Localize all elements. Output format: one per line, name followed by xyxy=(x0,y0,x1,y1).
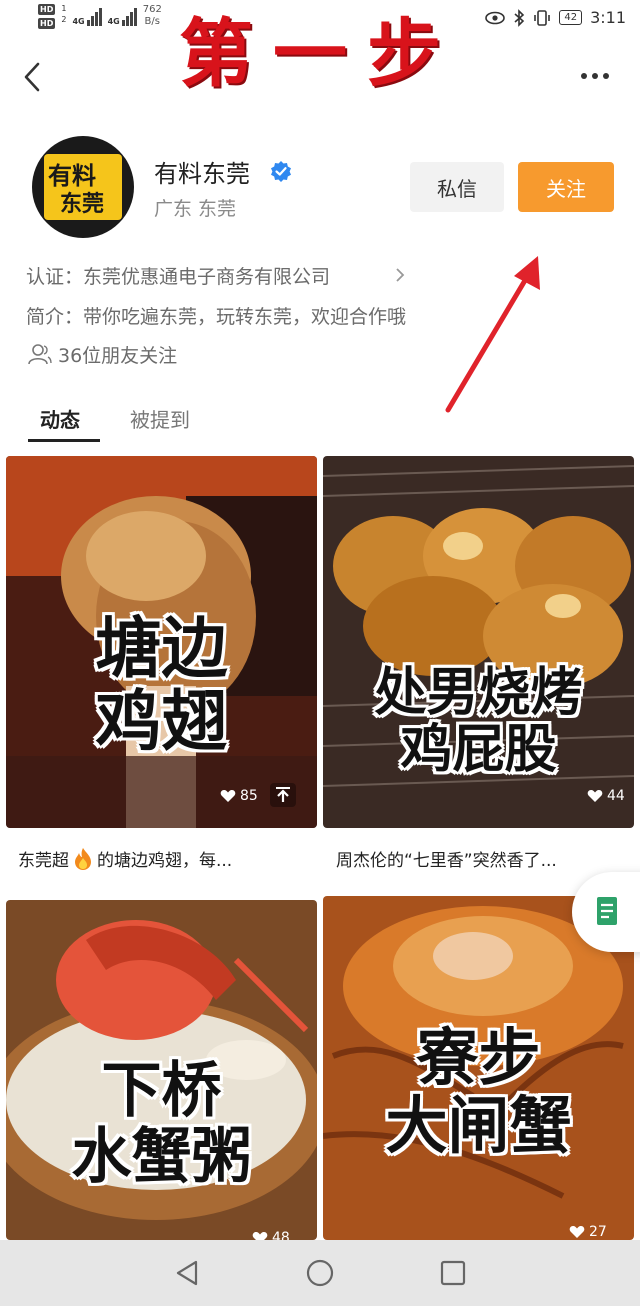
hd-badge-2: HD xyxy=(38,18,56,29)
post-1-title-line-1: 塘边 xyxy=(95,609,228,687)
nav-home-icon[interactable] xyxy=(305,1258,335,1288)
post-2-title: 处男烧烤 鸡屁股 xyxy=(323,662,634,781)
clock: 3:11 xyxy=(590,8,626,27)
post-card-1[interactable]: 塘边 鸡翅 85 xyxy=(6,456,317,828)
verified-badge-icon xyxy=(271,161,291,182)
system-nav-bar xyxy=(0,1240,640,1306)
step-annotation-title: 第一步 xyxy=(179,11,461,97)
post-3-likes: 48 xyxy=(252,1230,290,1240)
friends-icon xyxy=(28,344,52,365)
signal-bars-1-icon xyxy=(86,4,102,26)
signal-bars-2-icon xyxy=(121,4,137,26)
chevron-right-icon xyxy=(396,268,405,282)
more-options-icon[interactable] xyxy=(580,66,610,86)
sim-1: 1 xyxy=(61,4,67,13)
account-location: 广东 东莞 xyxy=(154,198,237,220)
post-1-title-line-2: 鸡翅 xyxy=(95,681,228,760)
post-2-likes: 44 xyxy=(587,788,625,804)
avatar-logo-text-2: 东莞 xyxy=(60,191,105,217)
document-icon xyxy=(597,897,617,925)
net-type-1: 4G xyxy=(72,17,85,26)
status-left: HD HD 1 2 4G 4G 762 B/s xyxy=(38,4,162,29)
post-2-title-line-2: 鸡屁股 xyxy=(400,719,557,781)
certification-line[interactable]: 认证：东莞优惠通电子商务有限公司 xyxy=(26,262,330,289)
pin-top-icon xyxy=(270,783,296,807)
status-right: 42 3:11 xyxy=(485,8,626,27)
signal-2: 4G xyxy=(108,4,137,26)
vibrate-icon xyxy=(534,9,551,26)
cert-label: 认证： xyxy=(26,266,84,288)
heart-icon xyxy=(587,789,603,802)
post-1-title: 塘边 鸡翅 xyxy=(6,612,317,757)
post-1-likes: 85 xyxy=(220,788,258,804)
fire-emoji-icon xyxy=(75,848,91,870)
net-type-2: 4G xyxy=(107,17,120,26)
post-2-like-count: 44 xyxy=(607,788,625,804)
signal-1: 4G xyxy=(72,4,102,26)
post-2-title-line-1: 处男烧烤 xyxy=(374,662,583,723)
post-card-4[interactable]: 寮步 大闸蟹 27 xyxy=(323,896,634,1240)
post-2-caption[interactable]: 周杰伦的“七里香”突然香了... xyxy=(336,846,557,871)
post-3-title-line-2: 水蟹粥 xyxy=(71,1122,252,1192)
post-1-caption-end: 的塘边鸡翅，每... xyxy=(97,851,233,871)
post-card-2[interactable]: 处男烧烤 鸡屁股 44 xyxy=(323,456,634,828)
intro-value: 带你吃遍东莞，玩转东莞，欢迎合作哦 xyxy=(83,306,407,328)
post-4-like-count: 27 xyxy=(589,1224,607,1240)
post-4-likes: 27 xyxy=(569,1224,607,1240)
intro-label: 简介： xyxy=(26,306,84,328)
account-name: 有料东莞 xyxy=(154,160,250,188)
post-4-title-line-2: 大闸蟹 xyxy=(385,1089,572,1163)
heart-icon xyxy=(252,1231,268,1240)
hd-indicators: HD HD xyxy=(38,4,56,29)
nav-back-icon[interactable] xyxy=(172,1258,202,1288)
heart-icon xyxy=(220,789,236,802)
heart-icon xyxy=(569,1225,585,1238)
post-4-title-line-1: 寮步 xyxy=(416,1021,541,1094)
post-1-caption-start: 东莞超 xyxy=(18,851,69,871)
sim-indicators: 1 2 xyxy=(61,4,66,24)
friends-following[interactable]: 36位朋友关注 xyxy=(58,341,177,368)
back-arrow-icon[interactable] xyxy=(20,62,46,92)
annotation-arrow-icon xyxy=(445,256,540,413)
post-3-title: 下桥 水蟹粥 xyxy=(6,1058,317,1190)
bluetooth-icon xyxy=(514,8,525,27)
cert-value: 东莞优惠通电子商务有限公司 xyxy=(83,266,331,288)
post-4-title: 寮步 大闸蟹 xyxy=(323,1021,634,1163)
post-card-3[interactable]: 下桥 水蟹粥 48 xyxy=(6,900,317,1240)
tab-posts[interactable]: 动态 xyxy=(40,404,80,433)
post-1-caption[interactable]: 东莞超 的塘边鸡翅，每... xyxy=(18,846,232,871)
battery-icon: 42 xyxy=(559,10,583,25)
avatar[interactable]: 有料 东莞 xyxy=(32,136,134,238)
sim-2: 2 xyxy=(61,15,67,24)
tab-active-indicator xyxy=(28,439,100,442)
nav-recent-apps-icon[interactable] xyxy=(438,1258,468,1288)
tab-mentioned[interactable]: 被提到 xyxy=(130,404,190,433)
follow-button[interactable]: 关注 xyxy=(518,162,614,212)
post-3-title-line-1: 下桥 xyxy=(101,1056,222,1126)
post-3-like-count: 48 xyxy=(272,1230,290,1240)
post-1-like-count: 85 xyxy=(240,788,258,804)
intro-line: 简介：带你吃遍东莞，玩转东莞，欢迎合作哦 xyxy=(26,302,406,329)
hd-badge-1: HD xyxy=(38,4,56,15)
message-button[interactable]: 私信 xyxy=(410,162,504,212)
